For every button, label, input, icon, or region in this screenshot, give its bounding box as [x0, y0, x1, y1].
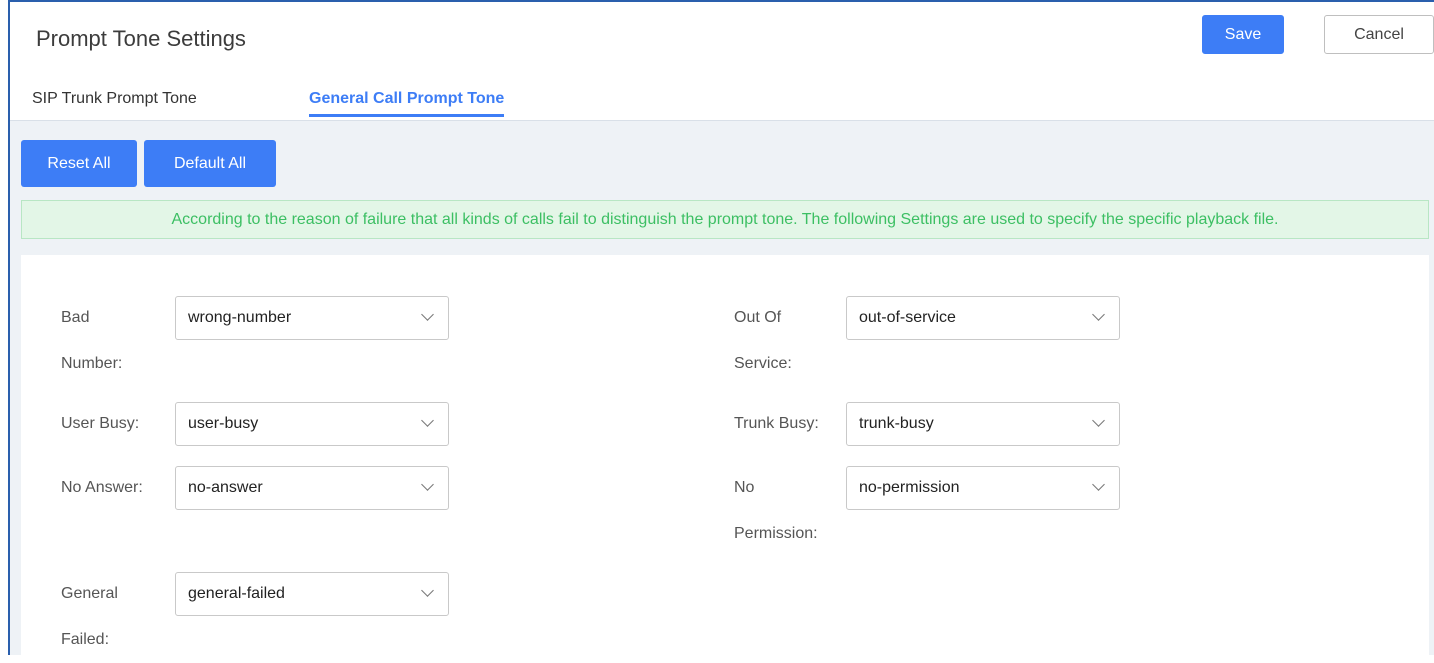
bad-number-select[interactable]: wrong-number — [175, 296, 449, 340]
no-answer-label: No Answer: — [61, 479, 143, 496]
general-failed-select[interactable]: general-failed — [175, 572, 449, 616]
user-busy-select[interactable]: user-busy — [175, 402, 449, 446]
chevron-down-icon — [421, 308, 434, 321]
tab-bar: SIP Trunk Prompt Tone General Call Promp… — [10, 86, 1434, 121]
no-permission-value: no-permission — [859, 479, 960, 496]
no-answer-select[interactable]: no-answer — [175, 466, 449, 510]
info-notice: According to the reason of failure that … — [21, 200, 1429, 239]
no-answer-value: no-answer — [188, 479, 263, 496]
default-all-button[interactable]: Default All — [144, 140, 276, 187]
trunk-busy-value: trunk-busy — [859, 415, 934, 432]
trunk-busy-select[interactable]: trunk-busy — [846, 402, 1120, 446]
trunk-busy-label: Trunk Busy: — [734, 415, 819, 432]
bad-number-value: wrong-number — [188, 309, 292, 326]
save-button[interactable]: Save — [1202, 15, 1284, 54]
chevron-down-icon — [421, 478, 434, 491]
cancel-button[interactable]: Cancel — [1324, 15, 1434, 54]
chevron-down-icon — [1092, 308, 1105, 321]
no-permission-label: No Permission: — [734, 479, 818, 542]
tab-sip-trunk-prompt-tone[interactable]: SIP Trunk Prompt Tone — [32, 90, 197, 114]
page-title: Prompt Tone Settings — [36, 26, 246, 51]
out-of-service-value: out-of-service — [859, 309, 956, 326]
no-permission-select[interactable]: no-permission — [846, 466, 1120, 510]
chevron-down-icon — [421, 414, 434, 427]
tab-general-call-prompt-tone[interactable]: General Call Prompt Tone — [309, 90, 505, 117]
out-of-service-select[interactable]: out-of-service — [846, 296, 1120, 340]
general-failed-label: General Failed: — [61, 585, 118, 648]
out-of-service-label: Out Of Service: — [734, 309, 792, 372]
chevron-down-icon — [1092, 414, 1105, 427]
user-busy-value: user-busy — [188, 415, 259, 432]
chevron-down-icon — [421, 584, 434, 597]
bad-number-label: Bad Number: — [61, 309, 123, 372]
chevron-down-icon — [1092, 478, 1105, 491]
general-failed-value: general-failed — [188, 585, 285, 602]
reset-all-button[interactable]: Reset All — [21, 140, 137, 187]
user-busy-label: User Busy: — [61, 415, 140, 432]
